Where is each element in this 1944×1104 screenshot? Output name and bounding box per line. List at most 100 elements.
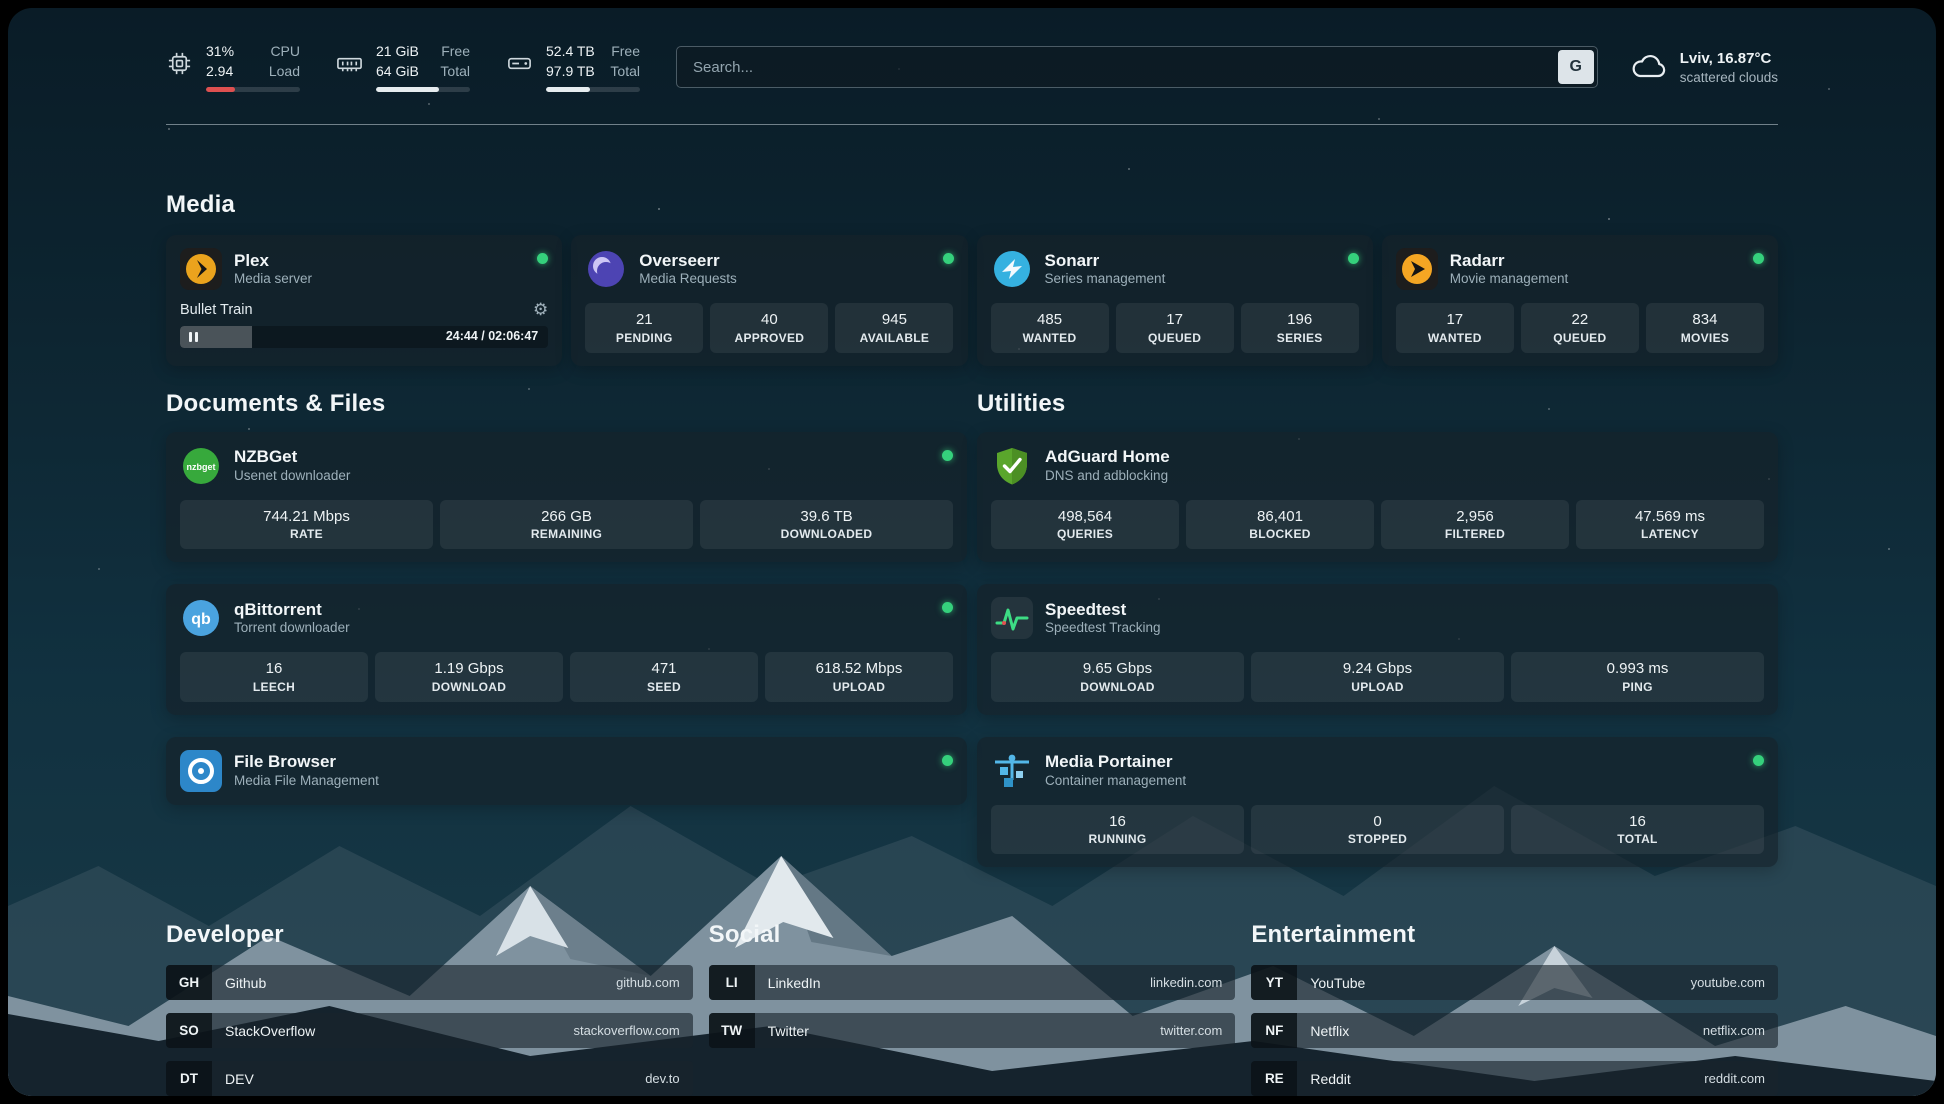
section-media: Media Plex Media server	[166, 191, 1778, 366]
plex-icon	[180, 248, 222, 290]
stat-download: 9.65 GbpsDOWNLOAD	[991, 652, 1244, 702]
now-playing-title: Bullet Train	[180, 302, 253, 318]
section-social: Social LI LinkedIn linkedin.com TW Twitt…	[709, 921, 1236, 1096]
linkedin-icon: LI	[709, 965, 755, 1000]
pause-icon[interactable]	[189, 332, 198, 342]
app-subtitle: Speedtest Tracking	[1045, 620, 1161, 637]
section-title-social: Social	[709, 921, 1236, 949]
stat-series: 196SERIES	[1241, 303, 1359, 353]
top-bar: 31%CPU 2.94Load 21 GiBFree 64 GiBTotal	[166, 42, 1778, 92]
disk-total: 97.9 TB	[546, 62, 595, 82]
app-card-sonarr[interactable]: Sonarr Series management 485WANTED 17QUE…	[977, 235, 1373, 366]
bookmark-github[interactable]: GH Github github.com	[166, 965, 693, 1000]
disk-widget: 52.4 TBFree 97.9 TBTotal	[506, 42, 640, 92]
app-name: qBittorrent	[234, 599, 350, 620]
stat-remaining: 266 GBREMAINING	[440, 500, 693, 550]
stackoverflow-icon: SO	[166, 1013, 212, 1048]
bookmark-linkedin[interactable]: LI LinkedIn linkedin.com	[709, 965, 1236, 1000]
app-subtitle: DNS and adblocking	[1045, 468, 1170, 485]
cpu-usage: 31%	[206, 42, 234, 62]
memory-free: 21 GiB	[376, 42, 419, 62]
stat-filtered: 2,956FILTERED	[1381, 500, 1569, 550]
app-card-speedtest[interactable]: Speedtest Speedtest Tracking 9.65 GbpsDO…	[977, 584, 1778, 715]
stat-queued: 22QUEUED	[1521, 303, 1639, 353]
search-engine-button[interactable]: G	[1558, 50, 1594, 84]
cpu-label: CPU	[270, 42, 300, 62]
section-title-utilities: Utilities	[977, 390, 1778, 418]
app-name: Plex	[234, 250, 312, 271]
app-card-portainer[interactable]: Media Portainer Container management 16R…	[977, 737, 1778, 868]
ram-icon	[336, 50, 363, 77]
search-input[interactable]	[676, 46, 1598, 88]
bookmark-reddit[interactable]: RE Reddit reddit.com	[1251, 1061, 1778, 1096]
snow-specks	[8, 8, 10, 10]
weather-widget[interactable]: Lviv, 16.87°C scattered clouds	[1630, 49, 1778, 84]
status-dot	[537, 253, 548, 264]
app-card-plex[interactable]: Plex Media server Bullet Train ⚙ 24:44 /…	[166, 235, 562, 366]
section-title-documents: Documents & Files	[166, 390, 967, 418]
app-subtitle: Movie management	[1450, 271, 1569, 288]
stat-total: 16TOTAL	[1511, 805, 1764, 855]
overseerr-icon	[585, 248, 627, 290]
app-name: NZBGet	[234, 446, 350, 467]
app-card-nzbget[interactable]: nzbget NZBGet Usenet downloader 744.21 M…	[166, 432, 967, 563]
bookmark-netflix[interactable]: NF Netflix netflix.com	[1251, 1013, 1778, 1048]
app-card-overseerr[interactable]: Overseerr Media Requests 21PENDING 40APP…	[571, 235, 967, 366]
status-dot	[1753, 755, 1764, 766]
stat-approved: 40APPROVED	[710, 303, 828, 353]
app-subtitle: Media File Management	[234, 773, 379, 790]
stat-wanted: 17WANTED	[1396, 303, 1514, 353]
stat-upload: 618.52 MbpsUPLOAD	[765, 652, 953, 702]
cpu-icon	[166, 50, 193, 77]
twitter-icon: TW	[709, 1013, 755, 1048]
stat-seed: 471SEED	[570, 652, 758, 702]
status-dot	[1348, 253, 1359, 264]
app-card-radarr[interactable]: Radarr Movie management 17WANTED 22QUEUE…	[1382, 235, 1778, 366]
app-subtitle: Media Requests	[639, 271, 737, 288]
github-icon: GH	[166, 965, 212, 1000]
playback-progress[interactable]: 24:44 / 02:06:47	[180, 326, 548, 348]
section-utilities: Utilities AdGuard Home DNS and adblockin…	[977, 390, 1778, 868]
cpu-load: 2.94	[206, 62, 233, 82]
app-name: File Browser	[234, 751, 379, 772]
app-name: AdGuard Home	[1045, 446, 1170, 467]
app-card-filebrowser[interactable]: File Browser Media File Management	[166, 737, 967, 805]
stat-upload: 9.24 GbpsUPLOAD	[1251, 652, 1504, 702]
radarr-icon	[1396, 248, 1438, 290]
disk-free: 52.4 TB	[546, 42, 595, 62]
app-card-adguard[interactable]: AdGuard Home DNS and adblocking 498,564Q…	[977, 432, 1778, 563]
speedtest-icon	[991, 597, 1033, 639]
memory-widget: 21 GiBFree 64 GiBTotal	[336, 42, 470, 92]
bookmark-dev[interactable]: DT DEV dev.to	[166, 1061, 693, 1096]
bookmark-twitter[interactable]: TW Twitter twitter.com	[709, 1013, 1236, 1048]
memory-bar	[376, 87, 470, 92]
disk-bar	[546, 87, 640, 92]
nzbget-icon: nzbget	[180, 445, 222, 487]
youtube-icon: YT	[1251, 965, 1297, 1000]
portainer-icon	[991, 750, 1033, 792]
disk-total-label: Total	[610, 62, 640, 82]
status-dot	[942, 450, 953, 461]
playback-time: 24:44 / 02:06:47	[446, 329, 538, 343]
stat-rate: 744.21 MbpsRATE	[180, 500, 433, 550]
status-dot	[943, 253, 954, 264]
stat-queries: 498,564QUERIES	[991, 500, 1179, 550]
app-subtitle: Usenet downloader	[234, 468, 350, 485]
svg-text:nzbget: nzbget	[187, 462, 216, 472]
stat-download: 1.19 GbpsDOWNLOAD	[375, 652, 563, 702]
bookmark-stackoverflow[interactable]: SO StackOverflow stackoverflow.com	[166, 1013, 693, 1048]
cloud-icon	[1630, 52, 1668, 82]
app-subtitle: Series management	[1045, 271, 1166, 288]
status-dot	[942, 755, 953, 766]
app-name: Speedtest	[1045, 599, 1161, 620]
stat-latency: 47.569 msLATENCY	[1576, 500, 1764, 550]
gear-icon[interactable]: ⚙	[533, 301, 548, 318]
weather-location: Lviv, 16.87°C	[1680, 49, 1778, 69]
app-subtitle: Container management	[1045, 773, 1186, 790]
stat-movies: 834MOVIES	[1646, 303, 1764, 353]
status-dot	[1753, 253, 1764, 264]
stat-stopped: 0STOPPED	[1251, 805, 1504, 855]
bookmark-youtube[interactable]: YT YouTube youtube.com	[1251, 965, 1778, 1000]
memory-total-label: Total	[440, 62, 470, 82]
app-card-qbittorrent[interactable]: qb qBittorrent Torrent downloader 16LEEC…	[166, 584, 967, 715]
